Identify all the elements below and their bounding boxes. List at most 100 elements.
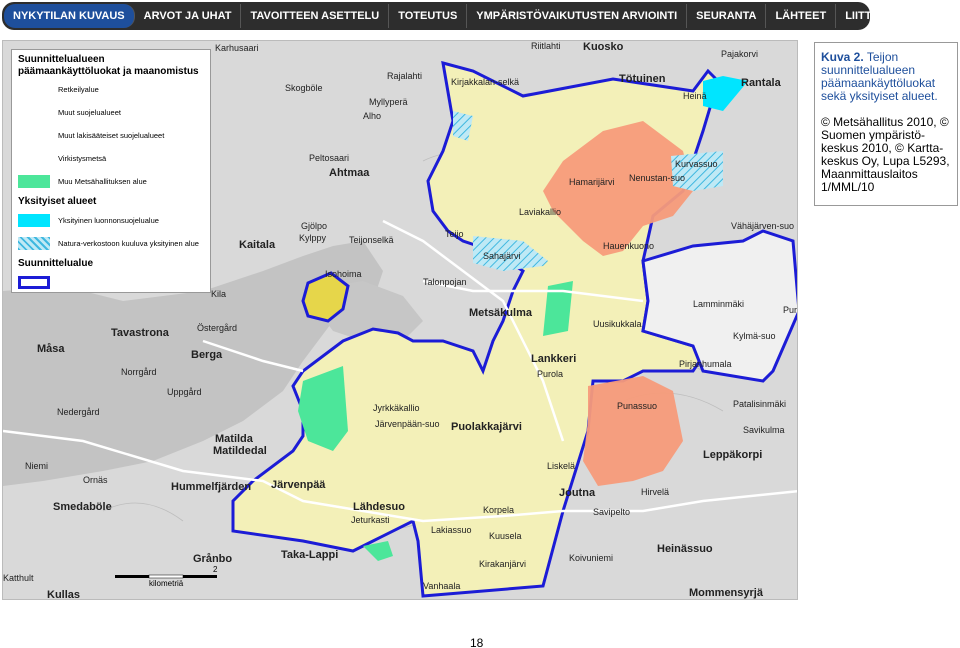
place-label: Östergård <box>197 323 238 333</box>
place-label: Kullas <box>47 589 81 600</box>
place-label: Kurvassuo <box>675 159 718 169</box>
nav-item-7[interactable]: LIITTEET <box>836 4 902 28</box>
place-label: Niemi <box>25 461 49 471</box>
place-label: Alho <box>363 111 382 121</box>
place-label: Lamminmäki <box>693 299 745 309</box>
place-label: Tavastrona <box>111 327 169 339</box>
legend-swatch <box>18 129 50 142</box>
nav-item-6[interactable]: LÄHTEET <box>766 4 837 28</box>
place-label: Ornäs <box>83 475 108 485</box>
place-label: Berga <box>191 349 223 361</box>
scale-bar <box>115 574 217 579</box>
place-label: Laviakallio <box>519 207 562 217</box>
place-label: Rajalahti <box>387 71 423 81</box>
top-navigation: NYKYTILAN KUVAUS ARVOT JA UHAT TAVOITTEEN … <box>2 2 893 30</box>
place-label: Punassuo <box>617 401 658 411</box>
legend-swatch <box>18 152 50 165</box>
place-label: Pajakorvi <box>721 49 759 59</box>
legend-item: Muut lakisääteiset suojelualueet <box>18 124 204 147</box>
legend-label: Retkeilyalue <box>58 85 99 94</box>
place-label: Hamarijärvi <box>569 177 615 187</box>
place-label: Norrgård <box>121 367 157 377</box>
place-label: Talonpojan <box>423 277 467 287</box>
place-label: Koivuniemi <box>569 553 614 563</box>
place-label: Uusikukkala <box>593 319 642 329</box>
page-number: 18 <box>470 636 484 648</box>
legend-item: Virkistysmetsä <box>18 147 204 170</box>
nav-item-1[interactable]: ARVOT JA UHAT <box>135 4 242 28</box>
legend-item: Muut suojelualueet <box>18 101 204 124</box>
legend-item: Muu Metsähallituksen alue <box>18 170 204 193</box>
scale-value: 2 <box>213 565 218 574</box>
legend-label: Virkistysmetsä <box>58 154 107 163</box>
nav-item-4[interactable]: YMPÄRISTÖVAIKUTUSTEN ARVIOINTI <box>467 4 688 28</box>
caption-label: Kuva 2. <box>821 50 864 64</box>
nav-item-5[interactable]: SEURANTA <box>687 4 767 28</box>
place-label: Jeturkasti <box>351 515 390 525</box>
place-label: Jyrkkäkallio <box>373 403 420 413</box>
place-label: Taka-Lappi <box>281 549 339 561</box>
place-label: Peltosaari <box>309 153 350 163</box>
place-label: Hauenkuono <box>603 241 655 251</box>
legend-swatch <box>18 214 50 227</box>
place-label: Teijo <box>445 229 464 239</box>
natura-private-kurvassuo <box>671 151 723 191</box>
place-label: Puolakkajärvi <box>451 421 522 433</box>
place-label: Kaitala <box>239 239 276 251</box>
place-label: Metsäkulma <box>469 307 532 319</box>
place-label: Matilda <box>215 433 253 445</box>
place-label: Pirjanhumala <box>679 359 732 369</box>
place-label: Kirjakkalan-selkä <box>451 77 520 87</box>
nav-item-2[interactable]: TAVOITTEEN ASETTELU <box>241 4 390 28</box>
place-label: Leppäkorpi <box>703 449 763 461</box>
scale-label: kilometriä <box>149 579 184 588</box>
caption-panel: Kuva 2. Teijon suunnittelualueen päämaan… <box>814 42 958 206</box>
place-label: Rantala <box>741 77 781 89</box>
place-label: Hummelfjärden <box>171 481 252 493</box>
place-label: Ahtmaa <box>329 167 370 179</box>
place-label: Riitlahti <box>531 41 561 51</box>
legend-private-item: Yksityinen luonnonsuojelualue <box>18 209 204 232</box>
place-label: Skogböle <box>285 83 323 93</box>
place-label: Hirvelä <box>641 487 670 497</box>
nav-item-0[interactable]: NYKYTILAN KUVAUS <box>4 4 135 28</box>
place-label: Järvenpää <box>271 479 326 491</box>
map-legend: Suunnittelualueen päämaankäyttöluokat ja… <box>11 49 211 293</box>
place-label: Joutna <box>559 487 596 499</box>
place-label: Lankkeri <box>531 353 577 365</box>
place-label: Myllyperä <box>369 97 408 107</box>
place-label: Smedaböle <box>53 501 112 513</box>
place-label: Karhusaari <box>215 43 259 53</box>
legend-swatch <box>18 237 50 250</box>
place-label: Måsa <box>37 343 65 355</box>
legend-label: Natura-verkostoon kuuluva yksityinen alu… <box>58 239 199 248</box>
legend-swatch <box>18 175 50 188</box>
place-label: Teijonselkä <box>349 235 394 245</box>
place-label: Lähdesuo <box>353 501 405 513</box>
place-label: Kila <box>211 289 227 299</box>
place-label: Tötuinen <box>619 73 666 85</box>
place-label: Lakiassuo <box>431 525 472 535</box>
place-label: Patalisinmäki <box>733 399 787 409</box>
map-view[interactable]: Karhusaari Riitlahti Kuosko Pajakorvi Rajala… <box>2 40 798 600</box>
legend-item: Retkeilyalue <box>18 78 204 101</box>
place-label: Isohoima <box>325 269 362 279</box>
legend-label: Yksityinen luonnonsuojelualue <box>58 216 159 225</box>
legend-title: Suunnittelualueen päämaankäyttöluokat ja… <box>18 54 199 77</box>
place-label: Kylmä-suo <box>733 331 776 341</box>
place-label: Katthult <box>3 573 34 583</box>
legend-planning-swatch <box>18 276 50 289</box>
place-label: Liskelä <box>547 461 576 471</box>
place-label: Matildedal <box>213 445 267 457</box>
place-label: Uppgård <box>167 387 202 397</box>
place-label: Savipelto <box>593 507 631 517</box>
place-label: Korpela <box>483 505 515 515</box>
place-label: Mommensyrjä <box>689 587 763 599</box>
legend-label: Muu Metsähallituksen alue <box>58 177 147 186</box>
legend-swatch <box>18 83 50 96</box>
nav-item-3[interactable]: TOTEUTUS <box>389 4 468 28</box>
place-label: Vanhaala <box>423 581 461 591</box>
map-credits: © Metsähallitus 2010, © Suomen ympäristö… <box>821 115 950 194</box>
place-label: Purso <box>783 305 798 315</box>
legend-label: Muut lakisääteiset suojelualueet <box>58 131 165 140</box>
